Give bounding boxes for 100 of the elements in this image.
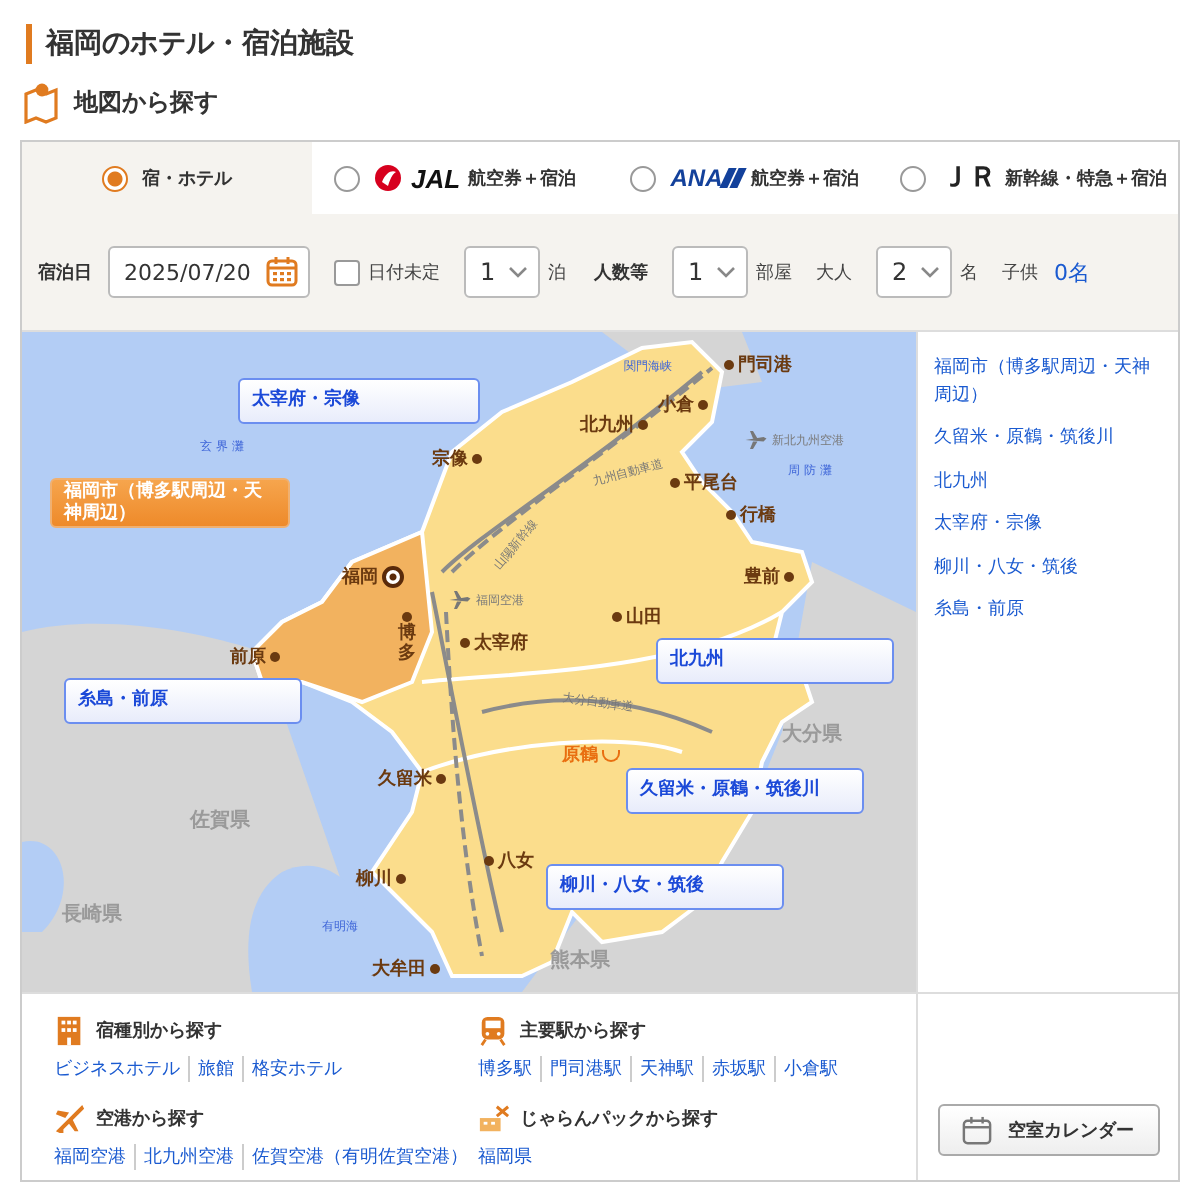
group-heading: 宿種別から探す xyxy=(96,1018,222,1044)
calendar-icon xyxy=(962,1115,992,1145)
tab[interactable]: 宿・ホテル xyxy=(22,142,311,214)
region-button[interactable]: 柳川・八女・筑後 xyxy=(546,864,784,910)
tab-label: 新幹線・特急＋宿泊 xyxy=(1004,166,1167,191)
date-label: 宿泊日 xyxy=(38,260,92,285)
jal-logo: JAL xyxy=(410,163,461,193)
map-label: 北九州 xyxy=(580,412,634,438)
chevron-icon xyxy=(716,266,736,278)
radio-button[interactable] xyxy=(630,165,657,191)
map-label: 門司港 xyxy=(738,352,792,378)
package-icon xyxy=(478,1102,510,1136)
browse-link[interactable]: 天神駅 xyxy=(630,1056,702,1082)
airplane-icon xyxy=(448,588,472,612)
region-button[interactable]: 久留米・原鶴・筑後川 xyxy=(626,768,864,814)
group-heading: 主要駅から探す xyxy=(520,1018,646,1044)
date-field[interactable]: 2025/07/20 xyxy=(108,246,310,298)
nights-select[interactable]: 1 xyxy=(464,246,540,298)
map-label: 長崎県 xyxy=(62,901,122,928)
map-label: 行橋 xyxy=(740,503,776,528)
map-label: 福岡 xyxy=(342,564,378,590)
browse-link[interactable]: 福岡県 xyxy=(478,1144,540,1170)
browse-link[interactable]: 門司港駅 xyxy=(540,1056,630,1082)
browse-link[interactable]: 赤坂駅 xyxy=(702,1056,774,1082)
browse-link[interactable]: 博多駅 xyxy=(478,1056,540,1082)
city-dot-icon xyxy=(430,964,440,974)
city-dot-icon xyxy=(484,856,494,866)
train-icon xyxy=(478,1014,510,1048)
city-dot-icon xyxy=(784,572,794,582)
city-dot-icon xyxy=(436,774,446,784)
map-label: 山田 xyxy=(626,604,662,630)
city-dot-icon xyxy=(396,874,406,884)
city-dot-icon xyxy=(726,510,736,520)
map-label: 大分県 xyxy=(782,721,842,748)
browse-link[interactable]: 小倉駅 xyxy=(774,1056,846,1082)
region-button[interactable]: 北九州 xyxy=(656,638,894,684)
map-label: 豊前 xyxy=(744,564,780,590)
rooms-select[interactable]: 1 xyxy=(672,246,748,298)
city-dot-icon xyxy=(612,612,622,622)
calendar-button[interactable]: 空室カレンダー xyxy=(937,1104,1159,1156)
area-link[interactable]: 糸島・前原 xyxy=(934,598,1162,625)
map-label: 平尾台 xyxy=(684,470,738,496)
chevron-icon xyxy=(508,266,528,278)
map-label: 太宰府 xyxy=(474,630,528,656)
area-link[interactable]: 太宰府・宗像 xyxy=(934,512,1162,539)
adults-select[interactable]: 2 xyxy=(876,246,952,298)
group-heading: 空港から探す xyxy=(96,1106,204,1132)
city-dot-icon xyxy=(472,454,482,464)
tab-label: 宿・ホテル xyxy=(141,166,232,191)
unit-label: 部屋 xyxy=(756,261,792,285)
airplane-icon xyxy=(54,1102,86,1136)
ana-logo: ANA xyxy=(670,164,743,192)
radio-button[interactable] xyxy=(101,165,128,191)
map-label: 八女 xyxy=(498,849,534,874)
chevron-icon xyxy=(920,266,940,278)
page-title: 福岡のホテル・宿泊施設 xyxy=(26,24,1180,64)
map-label: 柳川 xyxy=(356,866,392,892)
airplane-icon xyxy=(744,428,768,452)
area-link[interactable]: 北九州 xyxy=(934,469,1162,496)
map-label: 原鶴 xyxy=(562,743,598,768)
map-label: 熊本県 xyxy=(550,947,610,974)
section-title: 地図から探す xyxy=(74,85,218,119)
browse-link[interactable]: 佐賀空港（有明佐賀空港） xyxy=(242,1144,476,1170)
hot-spring-icon xyxy=(602,749,620,761)
unit-label: 泊 xyxy=(548,261,566,285)
children-label: 子供 xyxy=(1002,261,1038,285)
map-label: 博多 xyxy=(398,626,416,666)
area-link[interactable]: 福岡市（博多駅周辺・天神周辺） xyxy=(934,356,1162,410)
map-label: 宗像 xyxy=(432,446,468,472)
region-button[interactable]: 糸島・前原 xyxy=(64,678,302,724)
browse-link[interactable]: 旅館 xyxy=(188,1056,242,1082)
city-dot-icon xyxy=(698,400,708,410)
children-link[interactable]: 0名 xyxy=(1054,257,1090,287)
tab-label: 航空券＋宿泊 xyxy=(468,166,577,191)
city-dot-icon xyxy=(670,478,680,488)
group-heading: じゃらんパックから探す xyxy=(520,1107,718,1132)
city-dot-icon xyxy=(460,638,470,648)
unit-label: 名 xyxy=(960,261,978,285)
area-link[interactable]: 柳川・八女・筑後 xyxy=(934,555,1162,582)
city-dot-icon xyxy=(638,420,648,430)
radio-button[interactable] xyxy=(900,165,927,191)
map-label: 佐賀県 xyxy=(190,807,250,834)
checkbox[interactable] xyxy=(334,259,360,285)
calendar-icon xyxy=(266,256,298,288)
area-link[interactable]: 久留米・原鶴・筑後川 xyxy=(934,426,1162,453)
city-dot-icon xyxy=(402,612,412,622)
browse-link[interactable]: 福岡空港 xyxy=(54,1144,134,1170)
region-button[interactable]: 太宰府・宗像 xyxy=(238,378,480,424)
adults-label: 大人 xyxy=(816,261,852,285)
building-icon xyxy=(54,1014,86,1048)
map-label: 大牟田 xyxy=(372,956,426,982)
browse-link[interactable]: 格安ホテル xyxy=(242,1056,350,1082)
browse-link[interactable]: ビジネスホテル xyxy=(54,1056,188,1082)
jr-logo: ＪＲ xyxy=(940,160,997,196)
crane-logo-icon xyxy=(374,164,403,192)
city-dot-icon xyxy=(270,652,280,662)
checkbox-label: 日付未定 xyxy=(368,261,440,285)
map-icon xyxy=(22,80,62,124)
browse-link[interactable]: 北九州空港 xyxy=(134,1144,242,1170)
radio-button[interactable] xyxy=(334,165,361,191)
